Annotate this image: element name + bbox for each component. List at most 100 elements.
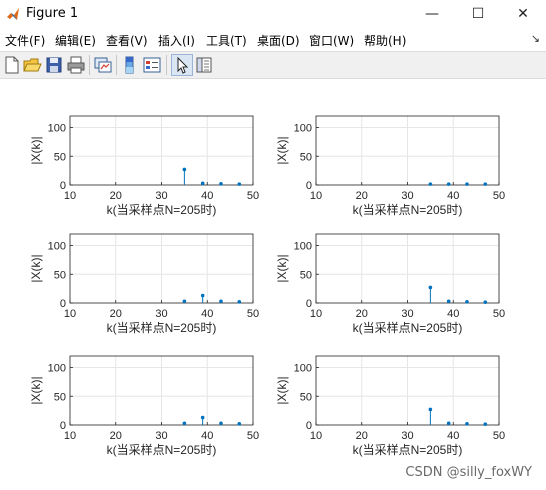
stem-marker bbox=[219, 421, 223, 426]
toolbar-separator bbox=[89, 55, 90, 75]
x-axis-label: k(当采样点N=205时) bbox=[107, 320, 217, 335]
y-tick-label: 100 bbox=[48, 363, 66, 375]
stem-marker bbox=[182, 167, 187, 172]
x-tick-label: 40 bbox=[447, 308, 459, 320]
x-tick-label: 20 bbox=[356, 190, 368, 202]
x-tick-label: 50 bbox=[247, 308, 259, 320]
x-tick-label: 40 bbox=[201, 308, 213, 320]
matlab-logo-icon bbox=[7, 8, 19, 20]
minimize-button[interactable]: — bbox=[409, 0, 455, 28]
x-tick-label: 40 bbox=[201, 190, 213, 202]
y-axis-label: |X(k)| bbox=[29, 136, 43, 164]
title-bar: Figure 1 — ☐ ✕ bbox=[0, 0, 546, 28]
x-tick-label: 20 bbox=[110, 308, 122, 320]
menu-bar: 文件(F) 编辑(E) 查看(V) 插入(I) 工具(T) 桌面(D) 窗口(W… bbox=[0, 28, 546, 50]
stem-marker bbox=[237, 182, 242, 186]
stem-marker bbox=[182, 421, 187, 426]
y-axis-label: |X(k)| bbox=[29, 254, 43, 282]
stem-marker bbox=[446, 299, 451, 304]
y-tick-label: 100 bbox=[48, 241, 66, 253]
pointer-icon[interactable] bbox=[171, 54, 193, 76]
menu-desktop[interactable]: 桌面(D) bbox=[257, 32, 300, 49]
y-tick-label: 50 bbox=[54, 391, 66, 403]
x-axis-label: k(当采样点N=205时) bbox=[353, 320, 463, 335]
stem-marker bbox=[428, 285, 433, 290]
menu-insert[interactable]: 插入(I) bbox=[158, 32, 195, 49]
print-icon[interactable] bbox=[66, 55, 86, 75]
x-tick-label: 20 bbox=[356, 430, 368, 442]
toolbar-separator bbox=[116, 55, 117, 75]
stem-marker bbox=[465, 300, 469, 304]
stem-marker bbox=[465, 422, 469, 426]
x-tick-label: 30 bbox=[401, 308, 413, 320]
stem-marker bbox=[200, 181, 205, 186]
stem-marker bbox=[446, 421, 451, 426]
colorbar-icon[interactable] bbox=[120, 55, 140, 75]
menu-window[interactable]: 窗口(W) bbox=[309, 32, 354, 49]
stem-marker bbox=[483, 182, 488, 186]
y-tick-label: 50 bbox=[54, 269, 66, 281]
y-tick-label: 0 bbox=[306, 298, 312, 310]
y-tick-label: 100 bbox=[294, 123, 312, 135]
x-tick-label: 40 bbox=[447, 430, 459, 442]
x-tick-label: 50 bbox=[493, 430, 505, 442]
x-tick-label: 50 bbox=[247, 190, 259, 202]
x-tick-label: 50 bbox=[493, 190, 505, 202]
stem-marker bbox=[237, 422, 242, 426]
x-tick-label: 30 bbox=[155, 308, 167, 320]
y-tick-label: 50 bbox=[54, 151, 66, 163]
x-tick-label: 40 bbox=[447, 190, 459, 202]
link-plot-icon[interactable] bbox=[93, 55, 113, 75]
new-figure-icon[interactable] bbox=[2, 55, 22, 75]
window-title: Figure 1 bbox=[26, 6, 79, 21]
dock-arrow-icon[interactable]: ↘ bbox=[531, 32, 540, 45]
stem-marker bbox=[465, 182, 469, 186]
x-tick-label: 50 bbox=[247, 430, 259, 442]
x-axis-label: k(当采样点N=205时) bbox=[353, 202, 463, 217]
y-tick-label: 100 bbox=[48, 123, 66, 135]
y-tick-label: 50 bbox=[300, 151, 312, 163]
stem-marker bbox=[200, 415, 205, 420]
stem-marker bbox=[182, 299, 187, 304]
x-tick-label: 30 bbox=[401, 190, 413, 202]
menu-edit[interactable]: 编辑(E) bbox=[55, 32, 96, 49]
stem-marker bbox=[237, 300, 242, 304]
x-axis-label: k(当采样点N=205时) bbox=[107, 202, 217, 217]
y-tick-label: 0 bbox=[60, 180, 66, 192]
y-tick-label: 100 bbox=[294, 241, 312, 253]
x-tick-label: 50 bbox=[493, 308, 505, 320]
y-axis-label: |X(k)| bbox=[275, 376, 289, 404]
menu-view[interactable]: 查看(V) bbox=[106, 32, 148, 49]
y-axis-label: |X(k)| bbox=[275, 254, 289, 282]
y-tick-label: 50 bbox=[300, 391, 312, 403]
x-tick-label: 20 bbox=[110, 430, 122, 442]
stem-marker bbox=[219, 182, 223, 186]
menu-tools[interactable]: 工具(T) bbox=[206, 32, 247, 49]
x-tick-label: 30 bbox=[401, 430, 413, 442]
stem-marker bbox=[483, 422, 488, 426]
x-tick-label: 30 bbox=[155, 430, 167, 442]
figure-canvas: 10 20 30 40 50 0 50 100 k(当采样点N=205时) |X(k)| 10 20 3… bbox=[0, 79, 546, 490]
property-editor-icon[interactable] bbox=[194, 55, 214, 75]
stem-marker bbox=[428, 407, 433, 412]
menu-help[interactable]: 帮助(H) bbox=[364, 32, 406, 49]
stem-marker bbox=[483, 300, 488, 304]
open-file-icon[interactable] bbox=[22, 55, 42, 75]
stem-marker bbox=[200, 293, 205, 298]
y-tick-label: 0 bbox=[60, 298, 66, 310]
legend-icon[interactable] bbox=[142, 55, 162, 75]
x-tick-label: 30 bbox=[155, 190, 167, 202]
y-tick-label: 0 bbox=[306, 420, 312, 432]
maximize-button[interactable]: ☐ bbox=[455, 0, 501, 28]
toolbar bbox=[0, 51, 546, 79]
save-icon[interactable] bbox=[44, 55, 64, 75]
close-button[interactable]: ✕ bbox=[500, 0, 546, 28]
y-axis-label: |X(k)| bbox=[29, 376, 43, 404]
x-tick-label: 20 bbox=[356, 308, 368, 320]
subplots-svg: 10 20 30 40 50050100k(当采样点N=205时)|X(k)|10 20 3… bbox=[29, 115, 505, 457]
watermark: CSDN @silly_foxWY bbox=[405, 465, 532, 480]
menu-file[interactable]: 文件(F) bbox=[5, 32, 45, 49]
y-tick-label: 100 bbox=[294, 363, 312, 375]
stem-marker bbox=[219, 299, 223, 304]
toolbar-separator bbox=[166, 55, 167, 75]
